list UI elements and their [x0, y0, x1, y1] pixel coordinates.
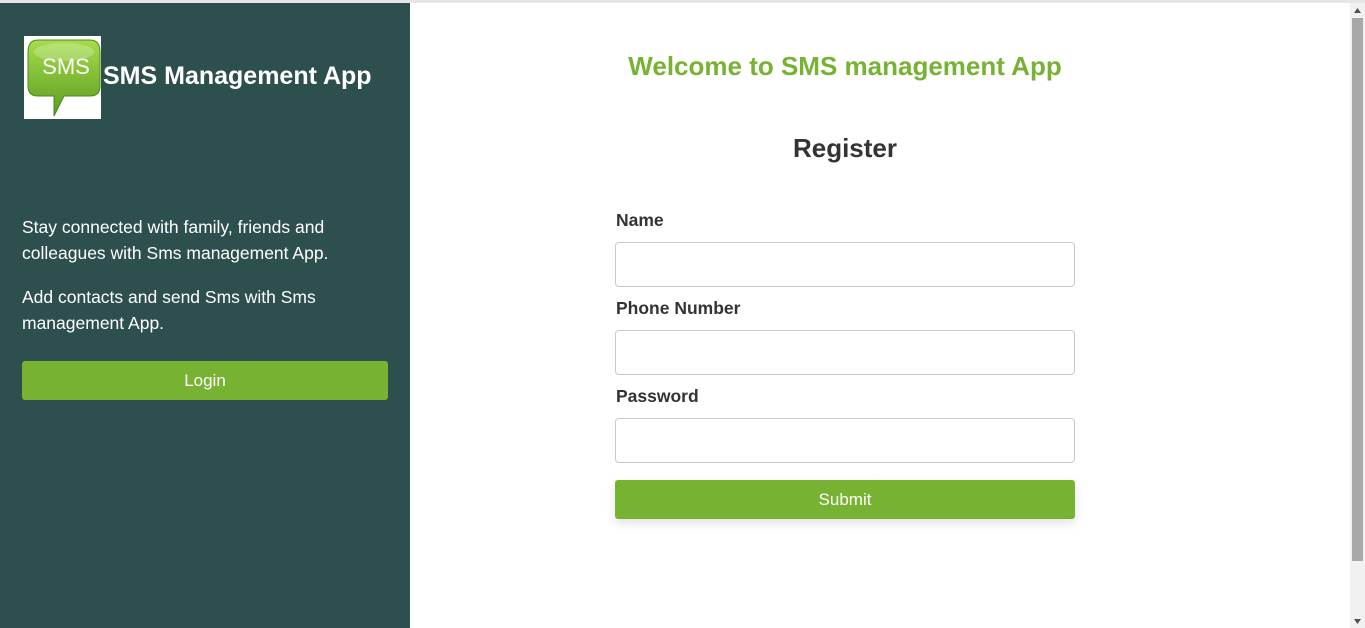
sidebar: SMS SMS Management App Stay connected wi…: [0, 3, 410, 628]
main-content: Welcome to SMS management App Register N…: [410, 3, 1350, 628]
phone-number-label: Phone Number: [616, 298, 741, 318]
name-input[interactable]: [615, 242, 1075, 287]
submit-button[interactable]: Submit: [615, 480, 1075, 519]
scrollbar-thumb[interactable]: [1352, 18, 1363, 561]
phone-number-input[interactable]: [615, 330, 1075, 375]
logo-text: SMS: [42, 54, 90, 79]
blurb-paragraph-2: Add contacts and send Sms with Sms manag…: [22, 287, 316, 333]
blurb-paragraph-1: Stay connected with family, friends and …: [22, 217, 329, 263]
brand: SMS SMS Management App: [24, 36, 372, 119]
password-label: Password: [616, 386, 699, 406]
name-label: Name: [616, 210, 664, 230]
arrow-up-icon[interactable]: [1350, 3, 1365, 17]
sidebar-blurb: Stay connected with family, friends and …: [22, 214, 362, 354]
welcome-heading: Welcome to SMS management App: [628, 51, 1062, 81]
page: SMS SMS Management App Stay connected wi…: [0, 0, 1365, 628]
login-button[interactable]: Login: [22, 361, 388, 400]
password-input[interactable]: [615, 418, 1075, 463]
form-title: Register: [792, 133, 898, 163]
arrow-down-icon[interactable]: [1350, 614, 1365, 628]
sms-chat-bubble-icon: SMS: [24, 36, 101, 119]
vertical-scrollbar[interactable]: [1350, 3, 1365, 628]
app-name: SMS Management App: [103, 62, 372, 90]
